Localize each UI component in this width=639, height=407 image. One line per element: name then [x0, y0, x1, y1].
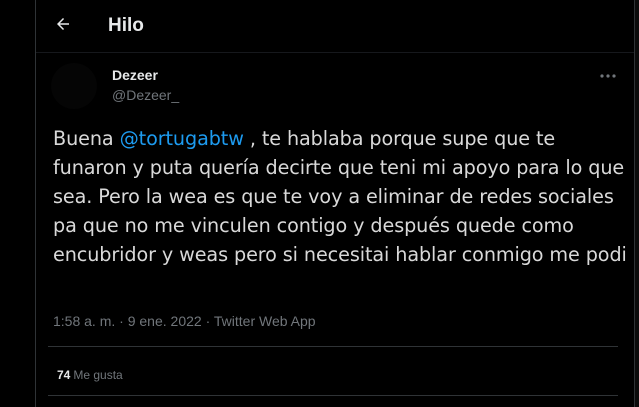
tweet-date[interactable]: 9 ene. 2022 [128, 313, 202, 329]
meta-divider [48, 346, 618, 347]
right-gutter [635, 0, 639, 407]
page-title: Hilo [108, 15, 144, 36]
likes-link[interactable]: 74 Me gusta [57, 368, 123, 382]
meta-separator: · [119, 313, 124, 329]
author-name[interactable]: Dezeer [112, 66, 158, 84]
meta-separator: · [205, 313, 211, 329]
back-button[interactable] [47, 8, 79, 40]
likes-label: Me gusta [73, 368, 123, 382]
more-dots-icon [600, 74, 616, 78]
left-gutter [0, 0, 35, 407]
tweet-source[interactable]: Twitter Web App [214, 313, 316, 329]
mention-link[interactable]: @tortugabtw [120, 127, 244, 150]
tweet-time[interactable]: 1:58 a. m. [53, 313, 115, 329]
left-column-border [35, 0, 36, 407]
author-handle[interactable]: @Dezeer_ [112, 86, 179, 104]
likes-count: 74 [57, 368, 71, 382]
more-options-button[interactable] [596, 66, 620, 86]
tweet-text: Buena @tortugabtw , te hablaba porque su… [53, 124, 628, 269]
tweet-meta: 1:58 a. m. · 9 ene. 2022 · Twitter Web A… [53, 312, 316, 330]
stats-divider [48, 395, 618, 396]
arrow-left-icon [57, 18, 69, 30]
header-divider [36, 52, 634, 53]
tweet-text-start: Buena [53, 127, 120, 150]
avatar[interactable] [51, 63, 97, 109]
